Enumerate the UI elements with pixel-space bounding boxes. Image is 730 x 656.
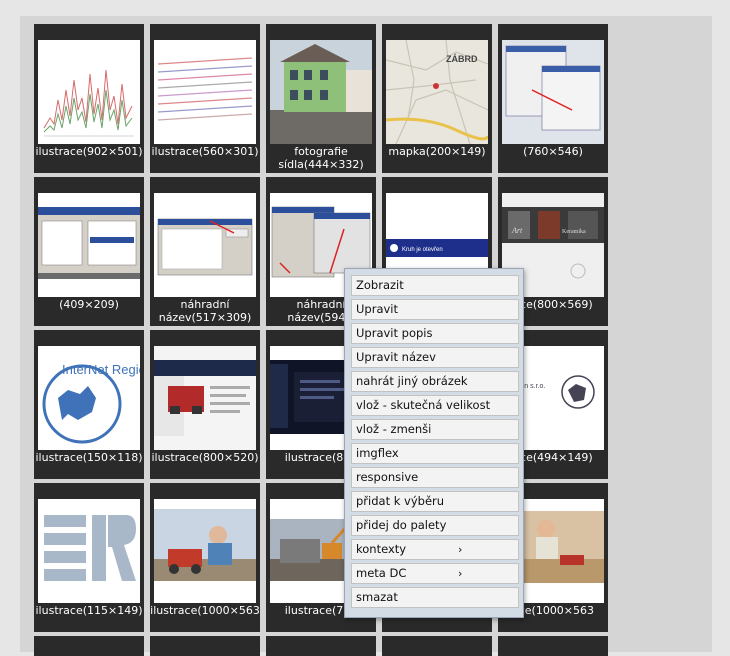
menu-item-label: Upravit (356, 302, 399, 316)
gallery-tile[interactable] (34, 636, 144, 656)
gallery-tile[interactable]: (760×546) (498, 24, 608, 173)
thumbnail-caption: ilustrace(1000×563 (150, 604, 260, 617)
menu-item-meta-dc[interactable]: meta DC › (351, 563, 519, 584)
menu-item-responsive[interactable]: responsive (351, 467, 519, 488)
thumbnail-caption: ilustrace(560×301) (151, 145, 259, 158)
chevron-right-icon: › (458, 543, 463, 556)
menu-item-label: imgflex (356, 446, 399, 460)
thumbnail-caption: (760×546) (523, 145, 583, 158)
screenshot-thumbnail[interactable] (154, 193, 256, 297)
menu-item-vloz-zmensi[interactable]: vlož - zmenši (351, 419, 519, 440)
menu-item-label: kontexty (356, 542, 407, 556)
screenshot-thumbnail[interactable] (38, 193, 140, 297)
art-text: Art (511, 226, 523, 235)
gallery-tile[interactable]: ZÁBRD mapka(200×149) (382, 24, 492, 173)
line-chart-thumbnail[interactable] (38, 40, 140, 144)
map-thumbnail[interactable]: ZÁBRD (386, 40, 488, 144)
menu-item-label: přidej do palety (356, 518, 447, 532)
gallery-tile[interactable] (150, 636, 260, 656)
menu-item-imgflex[interactable]: imgflex (351, 443, 519, 464)
gallery-tile[interactable]: ilustrace(1000×563 (150, 483, 260, 632)
gallery-tile[interactable] (382, 636, 492, 656)
menu-item-label: Zobrazit (356, 278, 404, 292)
menu-item-zobrazit[interactable]: Zobrazit (351, 275, 519, 296)
menu-item-vloz-skutecna-velikost[interactable]: vlož - skutečná velikost (351, 395, 519, 416)
gallery-tile[interactable] (266, 636, 376, 656)
menu-item-label: vlož - zmenši (356, 422, 432, 436)
thumbnail-caption: ilustrace(902×501) (35, 145, 143, 158)
thumbnail-caption: fotografie sídla(444×332) (278, 145, 364, 171)
menu-item-upravit-popis[interactable]: Upravit popis (351, 323, 519, 344)
gallery-tile[interactable]: fotografie sídla(444×332) (266, 24, 376, 173)
menu-item-label: nahrát jiný obrázek (356, 374, 468, 388)
menu-item-label: Upravit popis (356, 326, 433, 340)
gallery-tile[interactable]: ilustrace(902×501) (34, 24, 144, 173)
menu-item-kontexty[interactable]: kontexty › (351, 539, 519, 560)
menu-item-label: přidat k výběru (356, 494, 445, 508)
thumbnail-caption: mapka(200×149) (388, 145, 486, 158)
website-thumbnail[interactable] (154, 346, 256, 450)
menu-item-label: meta DC (356, 566, 407, 580)
gallery-tile[interactable]: ilustrace(560×301) (150, 24, 260, 173)
gallery-tile[interactable]: náhradní název(517×309) (150, 177, 260, 326)
thumbnail-caption: ilustrace(150×118) (35, 451, 143, 464)
keramika-text: Keramika (562, 229, 586, 235)
text-scribble-thumbnail[interactable] (154, 40, 256, 144)
menu-item-label: smazat (356, 590, 398, 604)
menu-item-nahrat-jiny-obrazek[interactable]: nahrát jiný obrázek (351, 371, 519, 392)
menu-item-upravit[interactable]: Upravit (351, 299, 519, 320)
menu-item-pridat-k-vyberu[interactable]: přidat k výběru (351, 491, 519, 512)
menu-item-pridej-do-palety[interactable]: přidej do palety (351, 515, 519, 536)
gallery-tile[interactable]: ilustrace(800×520) (150, 330, 260, 479)
gallery-tile[interactable]: (409×209) (34, 177, 144, 326)
map-label: ZÁBRD (446, 54, 478, 64)
banner-text: Kruh je otevřen (402, 247, 443, 253)
internet-region-logo[interactable]: InterNet Region (38, 346, 140, 450)
chevron-right-icon: › (458, 567, 463, 580)
ir-logo-thumbnail[interactable] (38, 499, 140, 603)
menu-item-label: Upravit název (356, 350, 436, 364)
menu-item-label: responsive (356, 470, 419, 484)
building-photo-thumbnail[interactable] (270, 40, 372, 144)
gallery-tile[interactable] (498, 636, 608, 656)
thumbnail-caption: ilustrace(800×520) (151, 451, 259, 464)
child-toys-photo[interactable] (154, 499, 256, 603)
logo-text: InterNet Region (62, 362, 140, 377)
menu-item-smazat[interactable]: smazat (351, 587, 519, 608)
thumbnail-caption: náhradní název(517×309) (158, 298, 252, 324)
gallery-tile[interactable]: InterNet Region ilustrace(150×118) (34, 330, 144, 479)
gallery-tile[interactable]: ilustrace(115×149) (34, 483, 144, 632)
thumbnail-caption: (409×209) (59, 298, 119, 311)
thumbnail-caption: ilustrace(115×149) (35, 604, 143, 617)
screenshot-thumbnail[interactable] (502, 40, 604, 144)
menu-item-label: vlož - skutečná velikost (356, 398, 491, 412)
context-menu: Zobrazit Upravit Upravit popis Upravit n… (344, 268, 524, 618)
menu-item-upravit-nazev[interactable]: Upravit název (351, 347, 519, 368)
